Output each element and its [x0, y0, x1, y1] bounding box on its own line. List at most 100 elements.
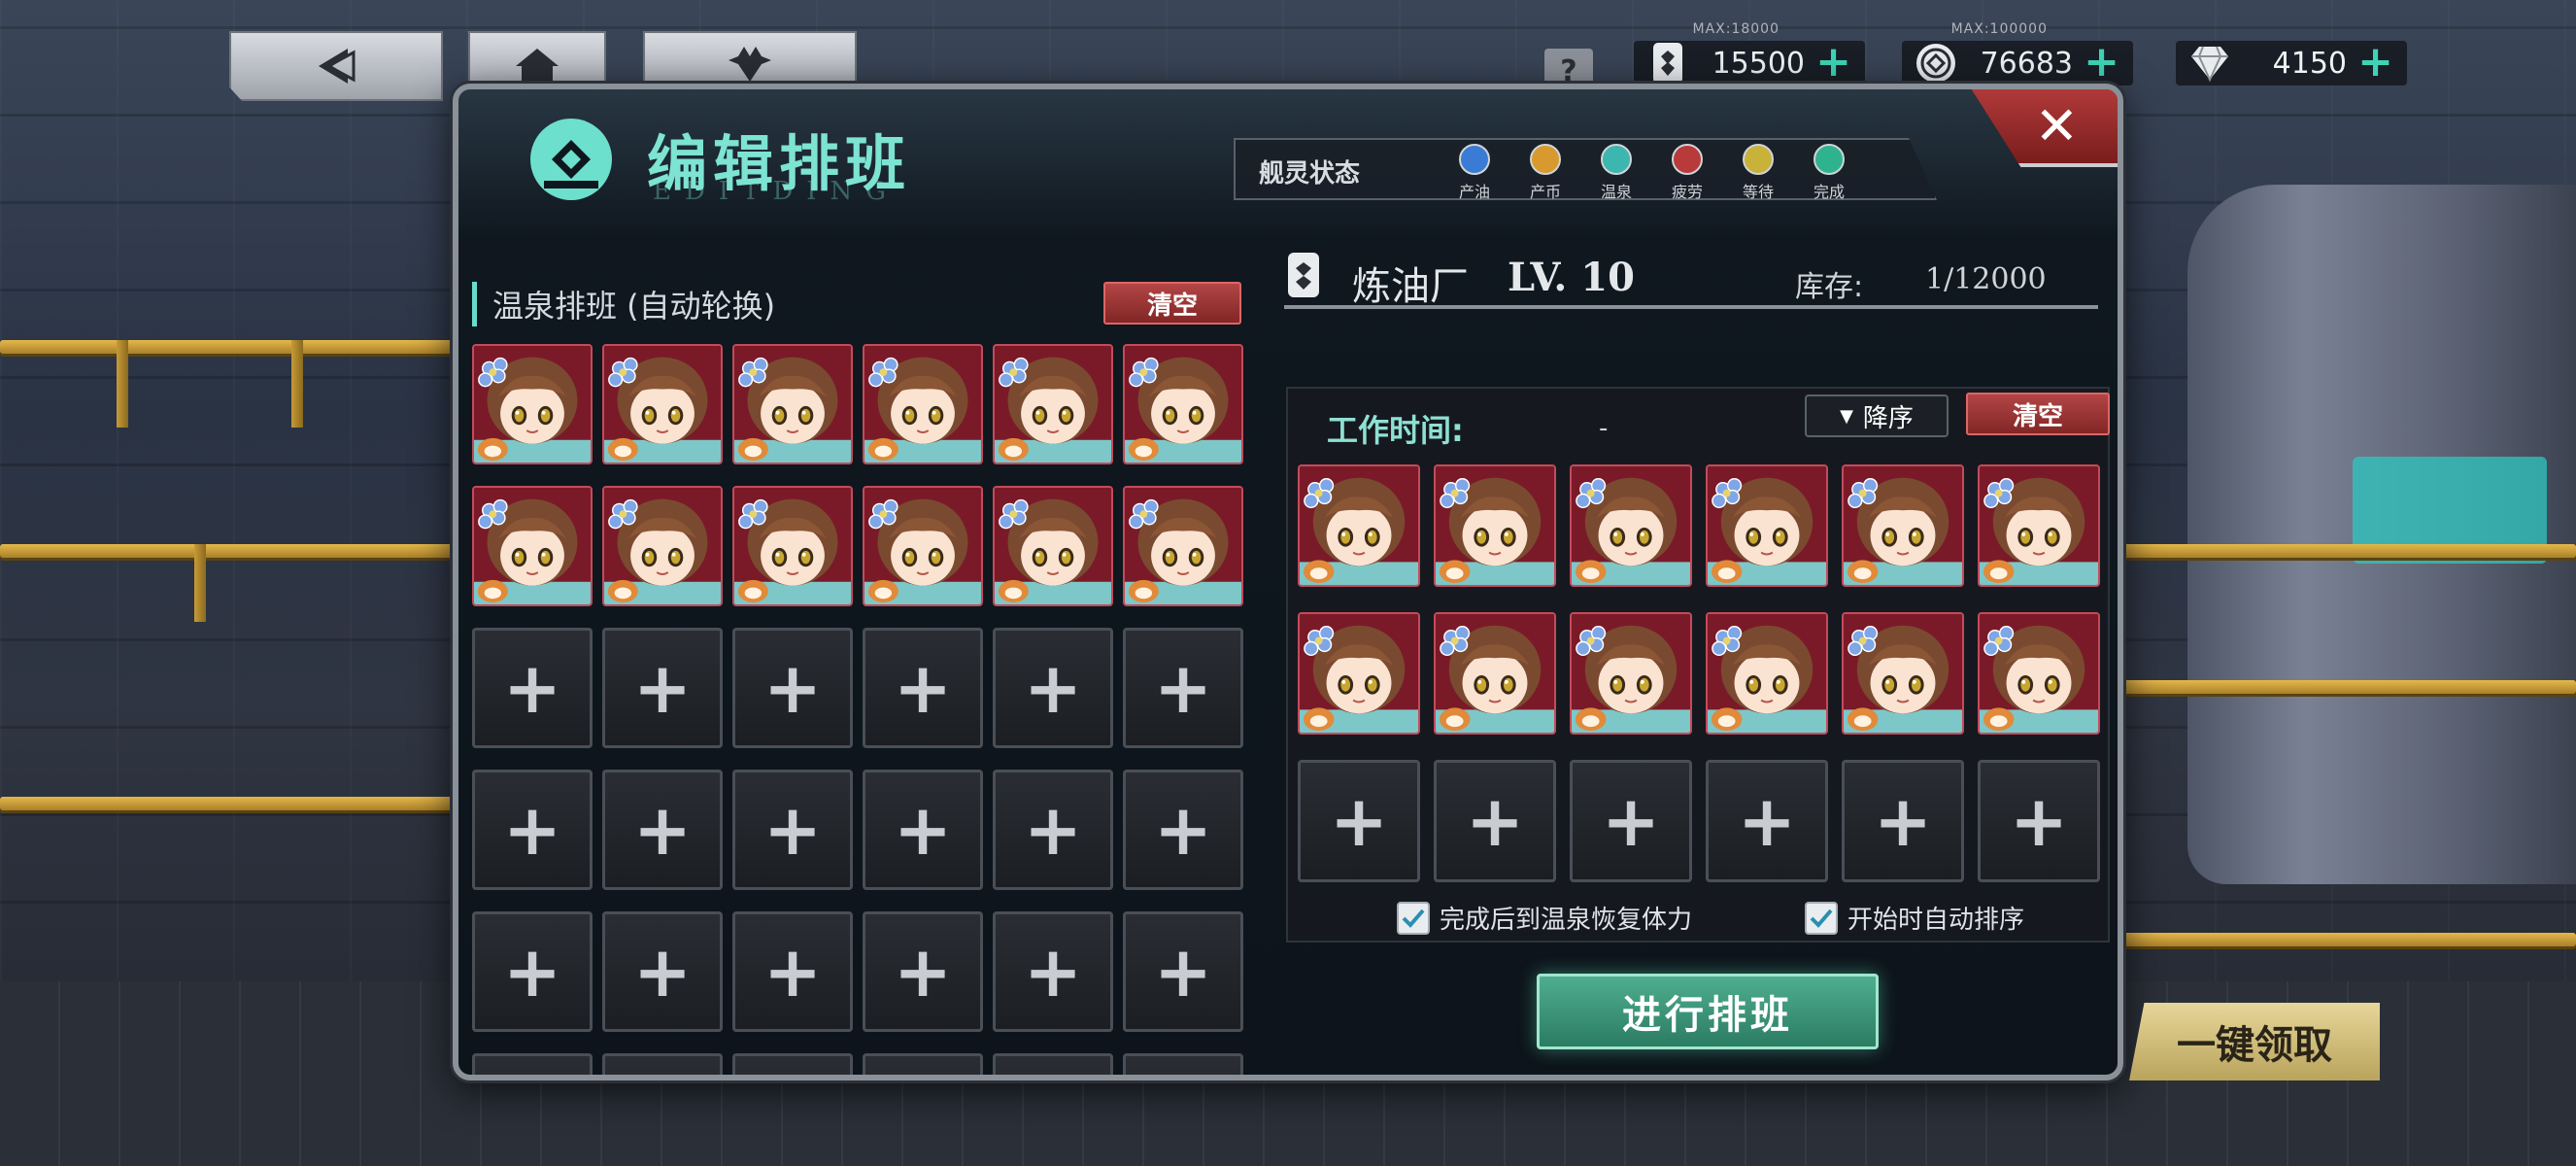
assigned-character-slot[interactable]	[1123, 486, 1243, 606]
empty-slot[interactable]: +	[602, 911, 723, 1032]
assigned-character-slot[interactable]	[1123, 344, 1243, 464]
plus-icon: +	[1023, 931, 1083, 1012]
railing	[0, 340, 457, 354]
empty-slot[interactable]	[602, 1053, 723, 1075]
auto-sort-option[interactable]: 开始时自动排序	[1805, 900, 2024, 936]
recover-at-spring-option[interactable]: 完成后到温泉恢复体力	[1397, 900, 1692, 936]
add-diamond-button[interactable]: +	[2357, 41, 2393, 84]
assigned-character-slot[interactable]	[1570, 464, 1692, 587]
assigned-character-slot[interactable]	[1978, 612, 2100, 735]
oil-barrel-icon	[1288, 253, 1319, 297]
status-label: 完成	[1813, 183, 1845, 201]
empty-slot[interactable]: +	[732, 911, 853, 1032]
empty-slot[interactable]: +	[1978, 760, 2100, 882]
empty-slot[interactable]: +	[1123, 911, 1243, 1032]
empty-slot[interactable]: +	[1123, 770, 1243, 890]
empty-slot[interactable]: +	[1434, 760, 1556, 882]
empty-slot[interactable]: +	[472, 770, 593, 890]
assigned-character-slot[interactable]	[1978, 464, 2100, 587]
diamond-icon	[2191, 46, 2228, 83]
stock-value: 1/12000	[1925, 262, 2047, 296]
character-portrait-icon	[864, 488, 981, 604]
empty-slot[interactable]: +	[863, 628, 983, 748]
status-dot-icon	[1813, 144, 1845, 175]
recover-checkbox[interactable]	[1397, 901, 1430, 935]
empty-slot[interactable]: +	[993, 770, 1113, 890]
empty-slot[interactable]	[472, 1053, 593, 1075]
assigned-character-slot[interactable]	[1570, 612, 1692, 735]
empty-slot[interactable]: +	[602, 628, 723, 748]
empty-slot[interactable]	[1123, 1053, 1243, 1075]
empty-slot[interactable]	[993, 1053, 1113, 1075]
empty-slot[interactable]: +	[1123, 628, 1243, 748]
empty-slot[interactable]: +	[602, 770, 723, 890]
empty-slot[interactable]	[863, 1053, 983, 1075]
empty-slot[interactable]: +	[732, 628, 853, 748]
assigned-character-slot[interactable]	[1434, 464, 1556, 587]
empty-slot[interactable]: +	[732, 770, 853, 890]
empty-slot[interactable]: +	[863, 911, 983, 1032]
confirm-schedule-button[interactable]: 进行排班	[1537, 974, 1879, 1049]
empty-slot[interactable]: +	[993, 911, 1113, 1032]
plus-icon: +	[893, 789, 953, 871]
plus-icon: +	[632, 931, 693, 1012]
character-portrait-icon	[1980, 466, 2098, 585]
assigned-character-slot[interactable]	[1706, 612, 1828, 735]
empty-slot[interactable]: +	[1570, 760, 1692, 882]
character-portrait-icon	[1125, 488, 1241, 604]
plus-icon: +	[2009, 780, 2069, 862]
character-portrait-icon	[1125, 346, 1241, 463]
assigned-character-slot[interactable]	[1842, 612, 1964, 735]
assigned-character-slot[interactable]	[1842, 464, 1964, 587]
status-3: 疲劳	[1658, 144, 1716, 200]
empty-slot[interactable]: +	[1706, 760, 1828, 882]
assigned-character-slot[interactable]	[472, 486, 593, 606]
assigned-character-slot[interactable]	[993, 486, 1113, 606]
assigned-character-slot[interactable]	[472, 344, 593, 464]
auto-sort-checkbox[interactable]	[1805, 901, 1838, 935]
assigned-character-slot[interactable]	[602, 344, 723, 464]
assigned-character-slot[interactable]	[993, 344, 1113, 464]
sort-order-dropdown[interactable]: ▼ 降序	[1805, 394, 1949, 437]
assigned-character-slot[interactable]	[863, 344, 983, 464]
edit-schedule-panel: 编辑排班 EDITDING ✕ 舰灵状态 产油 产币 温泉 疲劳 等待 完成 温泉排班 (…	[453, 84, 2123, 1080]
assigned-character-slot[interactable]	[732, 486, 853, 606]
chevron-down-icon: ▼	[1840, 405, 1853, 427]
claim-all-button[interactable]: 一键领取	[2129, 1003, 2380, 1080]
plus-icon: +	[893, 931, 953, 1012]
assigned-character-slot[interactable]	[732, 344, 853, 464]
oil-value: 15500	[1712, 47, 1805, 81]
assigned-character-slot[interactable]	[602, 486, 723, 606]
currency-coin: MAX:100000 76683 +	[1902, 21, 2133, 86]
empty-slot[interactable]: +	[472, 911, 593, 1032]
empty-slot[interactable]: +	[993, 628, 1113, 748]
empty-slot[interactable]: +	[863, 770, 983, 890]
right-clear-button[interactable]: 清空	[1966, 393, 2110, 435]
plus-icon: +	[893, 647, 953, 729]
assigned-character-slot[interactable]	[1298, 612, 1420, 735]
plus-icon: +	[1737, 780, 1797, 862]
plus-icon: +	[763, 647, 823, 729]
assigned-character-slot[interactable]	[1706, 464, 1828, 587]
assigned-character-slot[interactable]	[1298, 464, 1420, 587]
coin-value: 76683	[1980, 47, 2073, 81]
railing	[2123, 680, 2576, 694]
work-time-label: 工作时间:	[1327, 412, 1464, 449]
left-clear-button[interactable]: 清空	[1103, 282, 1241, 325]
status-dot-icon	[1530, 144, 1561, 175]
empty-slot[interactable]	[732, 1053, 853, 1075]
add-oil-button[interactable]: +	[1815, 41, 1851, 84]
back-button[interactable]	[229, 31, 443, 101]
character-portrait-icon	[1436, 614, 1554, 733]
add-coin-button[interactable]: +	[2084, 41, 2119, 84]
assigned-character-slot[interactable]	[1434, 612, 1556, 735]
empty-slot[interactable]: +	[1298, 760, 1420, 882]
close-icon: ✕	[2034, 94, 2079, 156]
empty-slot[interactable]: +	[1842, 760, 1964, 882]
assigned-character-slot[interactable]	[863, 486, 983, 606]
facility-bar: 炼油厂 LV. 10 库存: 1/12000	[1284, 245, 2098, 309]
empty-slot[interactable]: +	[472, 628, 593, 748]
currency-diamond: 4150 +	[2176, 41, 2407, 86]
plus-icon: +	[1153, 789, 1213, 871]
character-portrait-icon	[1708, 614, 1826, 733]
